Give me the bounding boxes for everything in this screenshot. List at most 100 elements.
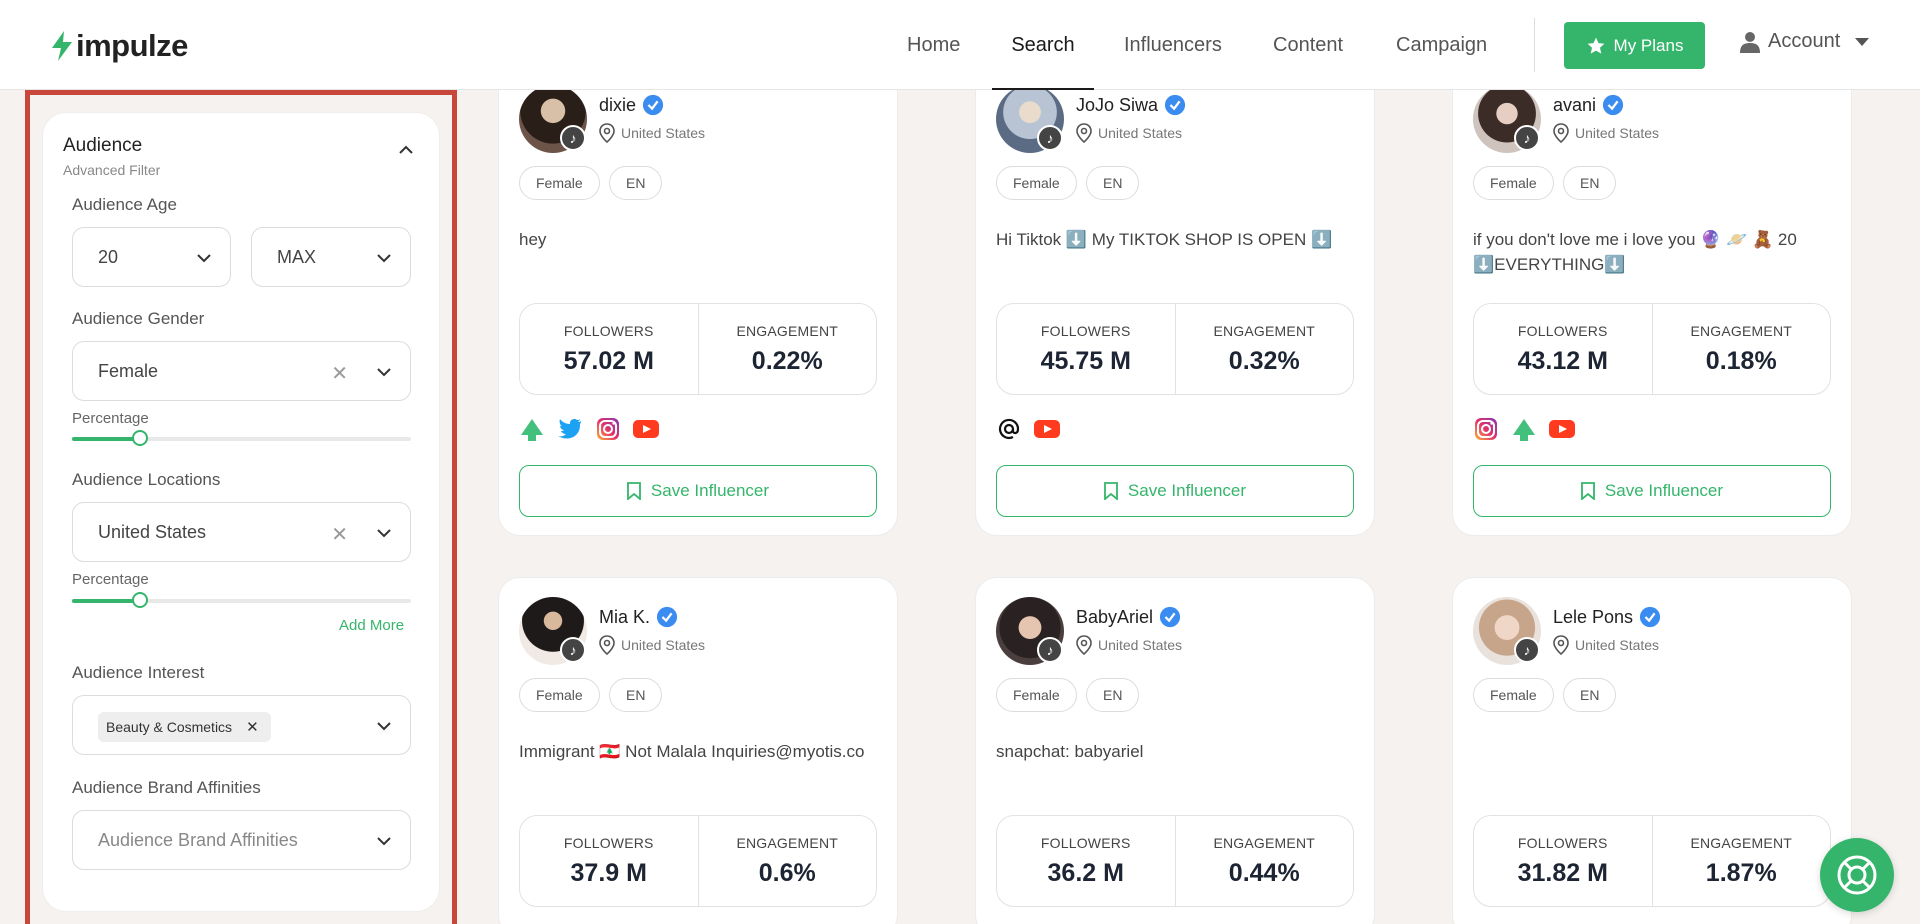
engagement-stat: ENGAGEMENT 1.87% [1651,816,1831,906]
nav-influencers[interactable]: Influencers [1124,0,1222,90]
social-links [519,417,659,441]
engagement-stat: ENGAGEMENT 0.32% [1174,304,1354,394]
instagram-icon[interactable] [1473,417,1499,441]
location-pin-icon [599,123,615,143]
followers-value: 45.75 M [1040,347,1131,375]
nav-home[interactable]: Home [907,0,960,90]
clear-icon[interactable]: ✕ [331,361,348,386]
chevron-down-icon [377,722,391,731]
gender-tag: Female [1473,166,1554,200]
gender-tag: Female [519,166,600,200]
nav-campaign[interactable]: Campaign [1396,0,1487,90]
twitter-icon[interactable] [557,417,583,441]
stats-box: FOLLOWERS 36.2 M ENGAGEMENT 0.44% [996,815,1354,907]
my-plans-button[interactable]: My Plans [1564,22,1705,69]
gender-tag: Female [1473,678,1554,712]
tiktok-icon: ♪ [1037,637,1063,663]
location-select[interactable]: United States ✕ [72,502,411,562]
engagement-label: ENGAGEMENT [1690,323,1793,339]
save-label: Save Influencer [1604,481,1724,500]
verified-icon [1159,606,1181,628]
verified-icon [642,94,664,116]
tiktok-icon: ♪ [560,637,586,663]
age-max-value: MAX [277,247,317,267]
influencer-name[interactable]: Lele Pons [1553,606,1661,628]
slider-handle[interactable] [131,430,148,446]
verified-icon [656,606,678,628]
youtube-icon[interactable] [1034,417,1060,441]
gender-select[interactable]: Female ✕ [72,341,411,401]
engagement-label: ENGAGEMENT [1213,835,1316,851]
gender-percentage-slider[interactable] [72,430,411,446]
stats-box: FOLLOWERS 45.75 M ENGAGEMENT 0.32% [996,303,1354,395]
followers-label: FOLLOWERS [1517,835,1608,851]
brand-affinities-select[interactable]: Audience Brand Affinities [72,810,411,870]
influencer-name[interactable]: dixie [599,94,664,116]
slider-fill [72,437,140,441]
influencer-name[interactable]: Mia K. [599,606,678,628]
remove-chip-icon[interactable]: ✕ [246,718,259,736]
chevron-up-icon[interactable] [397,141,415,159]
youtube-icon[interactable] [1549,417,1575,441]
influencer-bio: Hi Tiktok ⬇️ My TIKTOK SHOP IS OPEN ⬇️ [996,230,1333,249]
age-min-select[interactable]: 20 [72,227,231,287]
influencer-name[interactable]: BabyAriel [1076,606,1181,628]
followers-value: 37.9 M [570,859,647,887]
account-menu[interactable]: Account [1740,30,1870,53]
save-influencer-button[interactable]: Save Influencer [996,465,1354,517]
age-min-value: 20 [98,247,119,267]
slider-fill [72,599,140,603]
location-percentage-slider[interactable] [72,592,411,608]
verified-icon [1602,94,1624,116]
engagement-stat: ENGAGEMENT 0.44% [1174,816,1354,906]
gender-tag: Female [519,678,600,712]
age-label: Audience Age [72,195,177,214]
threads-icon[interactable] [996,417,1022,441]
bookmark-icon [1581,482,1595,500]
slider-handle[interactable] [131,592,148,608]
language-tag: EN [1086,678,1140,712]
age-max-select[interactable]: MAX [251,227,411,287]
influencer-location: United States [1553,635,1659,655]
language-tag: EN [609,166,663,200]
engagement-stat: ENGAGEMENT 0.22% [697,304,877,394]
linktree-icon[interactable] [519,417,545,441]
influencer-name[interactable]: JoJo Siwa [1076,94,1186,116]
location-pin-icon [599,635,615,655]
verified-icon [1164,94,1186,116]
tiktok-icon: ♪ [1514,637,1540,663]
location-pin-icon [1553,635,1569,655]
language-tag: EN [1563,678,1617,712]
instagram-icon[interactable] [595,417,621,441]
stats-box: FOLLOWERS 57.02 M ENGAGEMENT 0.22% [519,303,877,395]
save-influencer-button[interactable]: Save Influencer [1473,465,1831,517]
add-more-link[interactable]: Add More [339,617,404,634]
followers-value: 43.12 M [1517,347,1608,375]
influencer-name-text: BabyAriel [1076,606,1154,627]
influencer-name[interactable]: avani [1553,94,1624,116]
gender-tag: Female [996,166,1077,200]
help-button[interactable] [1820,838,1894,912]
locations-label: Audience Locations [72,470,221,489]
followers-stat: FOLLOWERS 31.82 M [1474,816,1652,906]
engagement-label: ENGAGEMENT [1690,835,1793,851]
stats-box: FOLLOWERS 43.12 M ENGAGEMENT 0.18% [1473,303,1831,395]
nav-content[interactable]: Content [1273,0,1343,90]
youtube-icon[interactable] [633,417,659,441]
brand-logo[interactable]: impulze [50,28,188,64]
interest-select[interactable]: Beauty & Cosmetics ✕ [72,695,411,755]
language-tag: EN [1086,166,1140,200]
followers-stat: FOLLOWERS 57.02 M [520,304,698,394]
nav-search[interactable]: Search [992,0,1094,90]
save-influencer-button[interactable]: Save Influencer [519,465,877,517]
followers-value: 57.02 M [563,347,654,375]
save-label: Save Influencer [650,481,770,500]
gender-label: Audience Gender [72,309,205,328]
engagement-value: 1.87% [1705,859,1777,887]
linktree-icon[interactable] [1511,417,1537,441]
location-text: United States [1575,125,1660,141]
clear-icon[interactable]: ✕ [331,522,348,547]
followers-value: 36.2 M [1047,859,1124,887]
chevron-down-icon [377,368,391,377]
brand-affinities-label: Audience Brand Affinities [72,778,261,797]
